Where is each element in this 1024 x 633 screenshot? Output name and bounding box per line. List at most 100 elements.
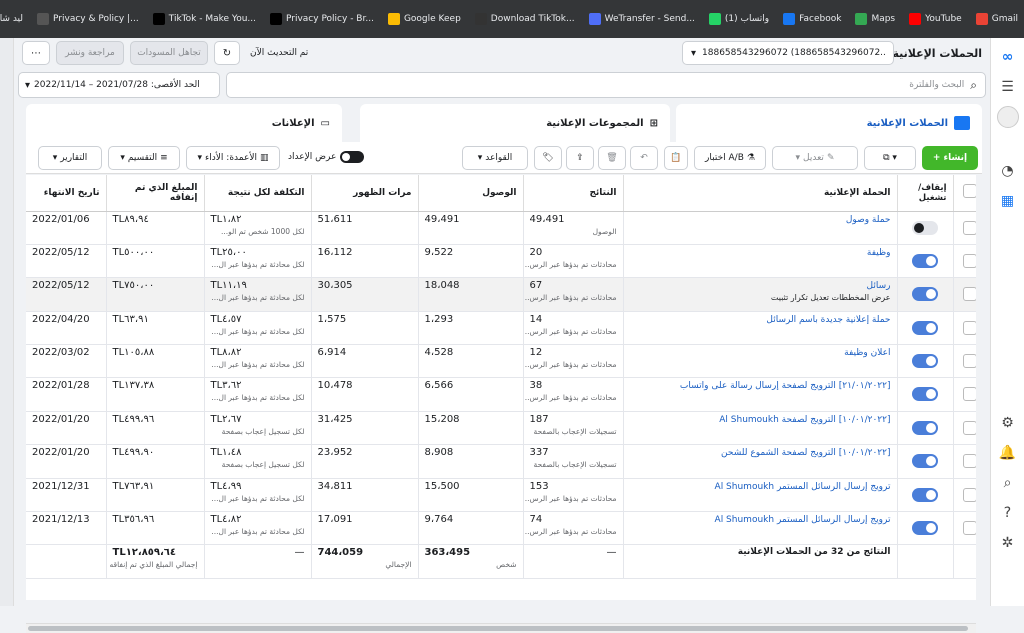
row-checkbox[interactable] [953, 411, 976, 446]
select-all-checkbox[interactable] [953, 175, 976, 212]
row-checkbox[interactable] [953, 211, 976, 245]
tag-button[interactable]: 🏷 [534, 146, 562, 170]
bookmark[interactable]: TikTok - Make You... [152, 13, 256, 25]
row-checkbox[interactable] [953, 244, 976, 279]
col-results[interactable]: النتائج [523, 175, 624, 212]
campaign-name[interactable]: وظيفة [623, 244, 898, 279]
toggle[interactable] [897, 511, 954, 546]
rules-button[interactable]: ▾ القواعد [462, 146, 528, 170]
reports-button[interactable]: ▾ التقارير [38, 146, 102, 170]
columns-button[interactable]: ▾ الأعمدة: الأداء ▥ [186, 146, 280, 170]
table-row[interactable]: [١٠/٠١/٢٠٢٢] الترويج لصفحة Al Shumoukh 18… [26, 411, 976, 446]
delete-button[interactable]: 🗑 [598, 146, 626, 170]
row-checkbox[interactable] [953, 311, 976, 346]
account-avatar[interactable] [996, 106, 1019, 128]
row-checkbox[interactable] [953, 511, 976, 546]
update-status: تم التحديث الآن [250, 48, 309, 58]
tab-adsets[interactable]: المجموعات الإعلانية ⊞ [360, 104, 670, 142]
col-amount-spent[interactable]: المبلغ الذي تم إنفاقه [106, 175, 205, 212]
campaign-name[interactable]: ترويج إرسال الرسائل المستمر Al Shumoukh [623, 478, 898, 513]
bookmark[interactable]: Facebook [783, 13, 841, 25]
toggle[interactable] [897, 344, 954, 379]
bookmark[interactable]: YouTube [909, 13, 962, 25]
search-icon[interactable]: ⌕ [997, 472, 1019, 494]
preview-button[interactable]: 📋 [664, 146, 688, 170]
settings-icon[interactable]: ⚙ [997, 412, 1019, 434]
tab-campaigns[interactable]: الحملات الإعلانية [676, 104, 982, 142]
campaign-name[interactable]: اعلان وظيفة [623, 344, 898, 379]
toggle[interactable] [897, 478, 954, 513]
ab-test-button[interactable]: اختبار A/B ⚗ [694, 146, 766, 170]
table-row[interactable]: حملة وصول 49،491 الوصول 49،491 51،611 TL١،٨٢ ل… [26, 211, 976, 245]
bell-icon[interactable]: 🔔 [997, 442, 1019, 464]
bookmark[interactable]: WeTransfer - Send... [588, 13, 695, 25]
date-range-picker[interactable]: ▾ الحد الأقصى: 2021/07/28 – 2022/11/14 [18, 72, 220, 98]
bookmark[interactable]: Download TikTok... [474, 13, 575, 25]
table-row[interactable]: ترويج إرسال الرسائل المستمر Al Shumoukh 7… [26, 511, 976, 546]
row-checkbox[interactable] [953, 377, 976, 412]
toggle[interactable] [897, 211, 954, 245]
table-row[interactable]: اعلان وظيفة 12 محادثات تم بدؤها عبر الرس..… [26, 344, 976, 379]
table-row[interactable]: [٢١/٠١/٢٠٢٢] الترويج لصفحة إرسال رسالة ع… [26, 377, 976, 412]
col-reach[interactable]: الوصول [418, 175, 524, 212]
bookmark[interactable]: (1) واتساب [708, 13, 769, 25]
table-icon[interactable]: ▦ [997, 190, 1019, 212]
account-selector[interactable]: ▾ 188658543296072 (188658543296072... [682, 41, 894, 65]
col-impressions[interactable]: مرات الظهور [311, 175, 419, 212]
search-field[interactable]: البحث والفلترة ⌕ [226, 72, 986, 98]
horizontal-scrollbar[interactable] [26, 623, 976, 633]
speedometer-icon[interactable]: ◔ [997, 160, 1019, 182]
bookmark[interactable]: Maps [855, 13, 895, 25]
campaign-name[interactable]: ترويج إرسال الرسائل المستمر Al Shumoukh [623, 511, 898, 546]
view-setup-toggle[interactable]: عرض الإعداد [288, 151, 365, 163]
tab-ads[interactable]: الإعلانات ▭ [26, 104, 342, 142]
discard-drafts-button[interactable]: تجاهل المسودات [130, 41, 208, 65]
bookmark[interactable]: ليد شات [0, 13, 23, 25]
table-row[interactable]: [١٠/٠١/٢٠٢٢] الترويج لصفحة الشموع للشحن 3… [26, 444, 976, 479]
breakdown-button[interactable]: ▾ التقسيم ≡ [108, 146, 180, 170]
table-row[interactable]: رسائل عرض المخططات تعديل تكرار تثبيت 67 محا… [26, 277, 976, 312]
edit-button[interactable]: ▾ تعديل ✎ [772, 146, 858, 170]
table-row[interactable]: ترويج إرسال الرسائل المستمر Al Shumoukh 1… [26, 478, 976, 513]
meta-logo-icon[interactable]: ∞ [997, 46, 1019, 68]
col-onoff[interactable]: إيقاف/تشغيل [897, 175, 954, 212]
campaign-name[interactable]: حملة وصول [623, 211, 898, 245]
table-row[interactable]: حملة إعلانية جديدة باسم الرسائل 14 محادثات… [26, 311, 976, 346]
create-button[interactable]: + إنشاء [922, 146, 978, 170]
toggle[interactable] [897, 277, 954, 312]
more-button[interactable]: ⋯ [22, 41, 50, 65]
campaign-name[interactable]: [٢١/٠١/٢٠٢٢] الترويج لصفحة إرسال رسالة ع… [623, 377, 898, 412]
col-end-date[interactable]: تاريخ الانتهاء [26, 175, 107, 212]
campaign-name[interactable]: حملة إعلانية جديدة باسم الرسائل [623, 311, 898, 346]
campaign-name[interactable]: [١٠/٠١/٢٠٢٢] الترويج لصفحة الشموع للشحن [623, 444, 898, 479]
campaign-name[interactable]: [١٠/٠١/٢٠٢٢] الترويج لصفحة Al Shumoukh [623, 411, 898, 446]
refresh-button[interactable]: ↻ [214, 41, 240, 65]
toggle[interactable] [897, 244, 954, 279]
bug-icon[interactable]: ✲ [997, 532, 1019, 554]
row-checkbox[interactable] [953, 478, 976, 513]
totals-results: — [523, 544, 624, 579]
toggle[interactable] [897, 377, 954, 412]
row-checkbox[interactable] [953, 344, 976, 379]
bookmark[interactable]: Privacy Policy - Br... [270, 13, 374, 25]
toggle[interactable] [897, 444, 954, 479]
bookmark[interactable]: Gmail [975, 13, 1018, 25]
col-cost-per-result[interactable]: التكلفة لكل نتيجة [204, 175, 312, 212]
row-checkbox[interactable] [953, 444, 976, 479]
review-publish-button[interactable]: مراجعة ونشر [56, 41, 124, 65]
undo-button[interactable]: ↶ [630, 146, 658, 170]
row-actions[interactable]: عرض المخططات تعديل تكرار تثبيت [630, 293, 891, 302]
toggle[interactable] [897, 411, 954, 446]
toggle[interactable] [897, 311, 954, 346]
menu-icon[interactable]: ☰ [997, 76, 1019, 98]
campaign-name[interactable]: رسائل عرض المخططات تعديل تكرار تثبيت [623, 277, 898, 312]
duplicate-button[interactable]: ⧉ ▾ [864, 146, 916, 170]
bookmark[interactable]: Google Keep [387, 13, 461, 25]
bookmark[interactable]: Privacy & Policy |... [37, 13, 139, 25]
help-icon[interactable]: ? [997, 502, 1019, 524]
table-row[interactable]: وظيفة 20 محادثات تم بدؤها عبر الرس... 9،522… [26, 244, 976, 279]
export-button[interactable]: ⇪ [566, 146, 594, 170]
row-checkbox[interactable] [953, 277, 976, 312]
chevron-down-icon: ▾ [25, 79, 31, 91]
col-campaign[interactable]: الحملة الإعلانية [623, 175, 898, 212]
